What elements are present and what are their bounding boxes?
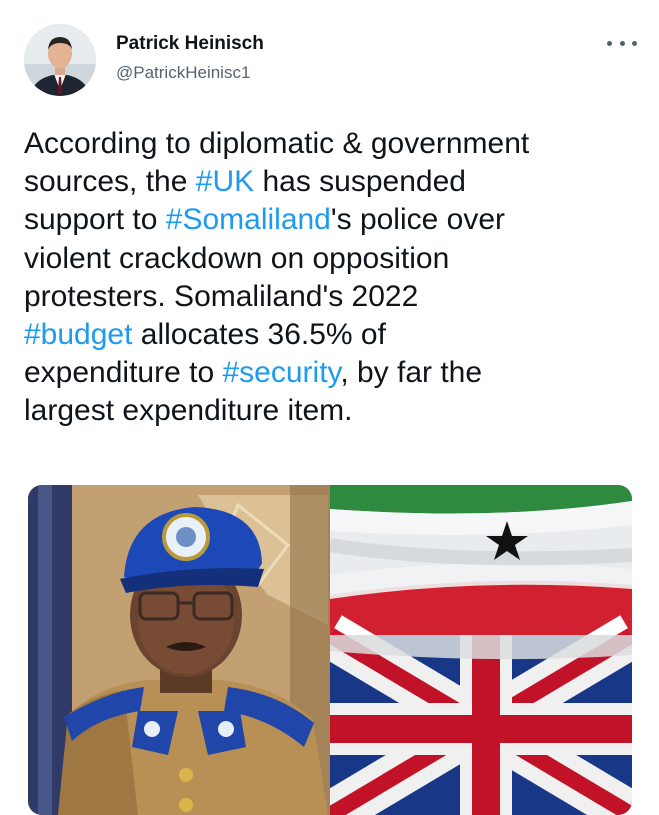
- hashtag-somaliland[interactable]: #Somaliland: [166, 203, 331, 236]
- tweet-line: sources, the #UK has suspended: [24, 163, 634, 201]
- tweet-media[interactable]: [28, 485, 632, 815]
- tweet-line: support to #Somaliland's police over: [24, 201, 634, 239]
- more-dot: [607, 40, 612, 46]
- tweet-text: According to diplomatic & government sou…: [24, 125, 634, 431]
- tweet-text-span: expenditure to: [24, 356, 223, 390]
- tweet-text-span: According to diplomatic & government: [24, 127, 530, 160]
- tweet-line: According to diplomatic & government: [24, 125, 634, 163]
- tweet-text-span: violent crackdown on opposition: [24, 241, 450, 275]
- more-horizontal-icon[interactable]: [607, 34, 637, 52]
- hashtag-security[interactable]: #security: [222, 356, 340, 389]
- more-dot: [619, 40, 625, 46]
- tweet-text-span: largest expenditure item.: [24, 394, 353, 428]
- tweet-line: violent crackdown on opposition: [24, 240, 634, 278]
- tweet-line: #budget allocates 36.5% of: [24, 316, 634, 354]
- tweet-line: protesters. Somaliland's 2022: [24, 278, 634, 316]
- tweet-text-span: 's police over: [330, 203, 506, 237]
- hashtag-budget[interactable]: #budget: [24, 318, 132, 351]
- avatar-image: [24, 24, 96, 96]
- tweet-text-span: , by far the: [340, 356, 483, 390]
- author-handle[interactable]: @PatrickHeinisc1: [116, 63, 250, 83]
- tweet-text-span: allocates 36.5% of: [132, 318, 386, 352]
- author-name[interactable]: Patrick Heinisch: [116, 33, 264, 55]
- tweet-line: expenditure to #security, by far the: [24, 354, 634, 392]
- tweet-line: largest expenditure item.: [24, 392, 634, 430]
- hashtag-uk[interactable]: #UK: [196, 165, 254, 198]
- avatar[interactable]: [24, 24, 96, 96]
- tweet-text-span: has suspended: [254, 165, 466, 199]
- more-dot: [632, 40, 637, 46]
- officer-photo: [28, 485, 330, 815]
- tweet-text-span: sources, the: [24, 165, 196, 199]
- tweet-text-span: protesters. Somaliland's 2022: [24, 279, 419, 313]
- media-collage: [28, 485, 632, 815]
- flags-image: [330, 485, 632, 815]
- tweet-text-span: support to: [24, 203, 166, 237]
